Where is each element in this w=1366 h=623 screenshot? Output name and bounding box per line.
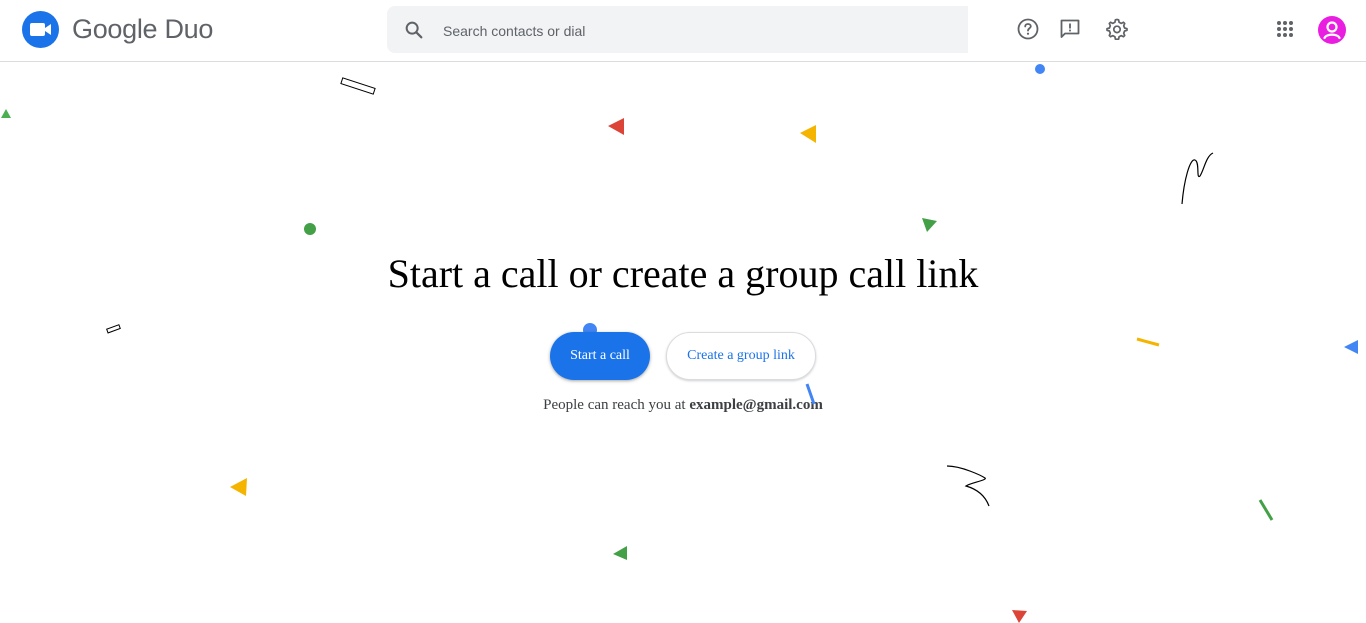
- confetti-squiggle-2: [946, 465, 990, 507]
- settings-icon[interactable]: [1105, 17, 1129, 41]
- search-bar[interactable]: [387, 6, 968, 55]
- feedback-icon[interactable]: [1058, 17, 1082, 41]
- start-call-button[interactable]: Start a call: [550, 332, 650, 380]
- help-icon[interactable]: [1016, 17, 1040, 41]
- confetti-decoration: [1, 64, 1358, 623]
- account-avatar[interactable]: [1318, 16, 1346, 44]
- person-icon: [1323, 21, 1341, 40]
- reachability-text: People can reach you at example@gmail.co…: [0, 397, 1366, 414]
- confetti-stroke-yellow: [1136, 337, 1160, 347]
- confetti-overlay: [805, 383, 816, 405]
- confetti-triangle-red: [608, 118, 624, 135]
- reach-prefix: People can reach you at: [543, 397, 686, 413]
- confetti-outline-rect: [340, 77, 376, 95]
- confetti-stroke-green: [1258, 499, 1274, 521]
- confetti-triangle-green: [1, 109, 11, 118]
- confetti-outline-rect-small: [106, 324, 121, 334]
- create-group-link-button[interactable]: Create a group link: [666, 332, 816, 380]
- confetti-triangle-blue: [1344, 340, 1358, 354]
- confetti-triangle-yellow-2: [230, 478, 247, 496]
- confetti-triangle-green-3: [613, 546, 627, 560]
- confetti-triangle-red-2: [1012, 610, 1027, 623]
- apps-grid-icon[interactable]: [1273, 17, 1297, 41]
- search-icon: [405, 21, 423, 39]
- confetti-triangle-yellow: [800, 125, 816, 143]
- search-input[interactable]: [441, 6, 945, 55]
- duo-logo-icon[interactable]: [22, 11, 59, 48]
- page-title: Start a call or create a group call link: [387, 251, 979, 296]
- user-email: example@gmail.com: [689, 397, 823, 413]
- top-app-bar: Google Duo: [0, 0, 1366, 62]
- confetti-dot-green: [304, 223, 316, 235]
- app-name: Google Duo: [72, 14, 214, 44]
- confetti-squiggle: [1181, 152, 1214, 205]
- confetti-dot-blue: [1035, 64, 1045, 74]
- confetti-triangle-green-2: [922, 218, 937, 232]
